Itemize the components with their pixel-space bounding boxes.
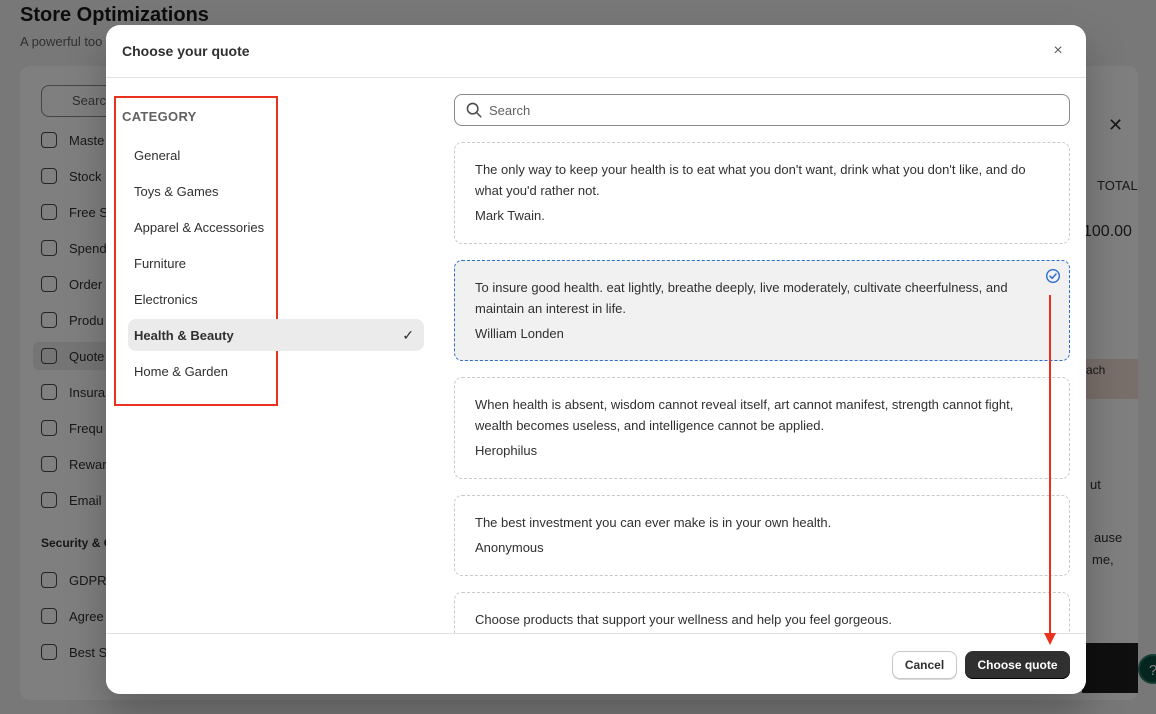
quote-card[interactable]: The only way to keep your health is to e… — [454, 142, 1070, 244]
category-label: Toys & Games — [134, 183, 219, 199]
quote-text: To insure good health. eat lightly, brea… — [475, 280, 1008, 316]
quote-search — [454, 94, 1070, 126]
quote-author: Anonymous — [475, 540, 544, 555]
modal-footer: Cancel Choose quote — [106, 633, 1086, 694]
quote-modal: Choose your quote × CATEGORY General Toy… — [106, 25, 1086, 694]
category-item-general[interactable]: General — [128, 139, 424, 171]
cancel-button[interactable]: Cancel — [892, 651, 957, 679]
category-item-electronics[interactable]: Electronics — [128, 283, 424, 315]
quote-text: The best investment you can ever make is… — [475, 515, 832, 530]
quote-text: Choose products that support your wellne… — [475, 612, 892, 627]
category-item-home-garden[interactable]: Home & Garden — [128, 355, 424, 387]
category-label: Apparel & Accessories — [134, 219, 265, 235]
annotation-arrow-head — [1044, 633, 1056, 645]
check-circle-icon — [1045, 268, 1061, 284]
choose-quote-button[interactable]: Choose quote — [965, 651, 1070, 679]
quote-author: William Londen — [475, 326, 564, 341]
category-item-toys-games[interactable]: Toys & Games — [128, 175, 424, 207]
category-item-apparel-accessories[interactable]: Apparel & Accessories — [128, 211, 424, 243]
category-heading: CATEGORY — [122, 109, 197, 124]
quote-card-selected[interactable]: To insure good health. eat lightly, brea… — [454, 260, 1070, 361]
search-input[interactable] — [489, 102, 1069, 118]
quote-list[interactable]: The only way to keep your health is to e… — [454, 142, 1070, 633]
quote-text: The only way to keep your health is to e… — [475, 162, 1026, 198]
category-label: Health & Beauty — [134, 327, 234, 343]
close-icon[interactable]: × — [1048, 41, 1068, 61]
category-label: Electronics — [134, 291, 198, 307]
category-label: Furniture — [134, 255, 187, 271]
modal-title: Choose your quote — [122, 43, 250, 59]
category-item-health-beauty[interactable]: Health & Beauty ✓ — [128, 319, 424, 351]
search-icon — [466, 102, 482, 118]
annotation-arrow — [1049, 295, 1051, 640]
modal-header: Choose your quote × — [106, 25, 1086, 78]
quote-text: When health is absent, wisdom cannot rev… — [475, 397, 1014, 433]
quote-author: Herophilus — [475, 443, 538, 458]
quote-author: Mark Twain. — [475, 208, 545, 223]
quote-card[interactable]: The best investment you can ever make is… — [454, 495, 1070, 576]
category-item-furniture[interactable]: Furniture — [128, 247, 424, 279]
category-label: Home & Garden — [134, 363, 228, 379]
quote-card[interactable]: When health is absent, wisdom cannot rev… — [454, 377, 1070, 479]
category-label: General — [134, 147, 181, 163]
quote-card[interactable]: Choose products that support your wellne… — [454, 592, 1070, 633]
checkmark-icon: ✓ — [402, 327, 414, 343]
